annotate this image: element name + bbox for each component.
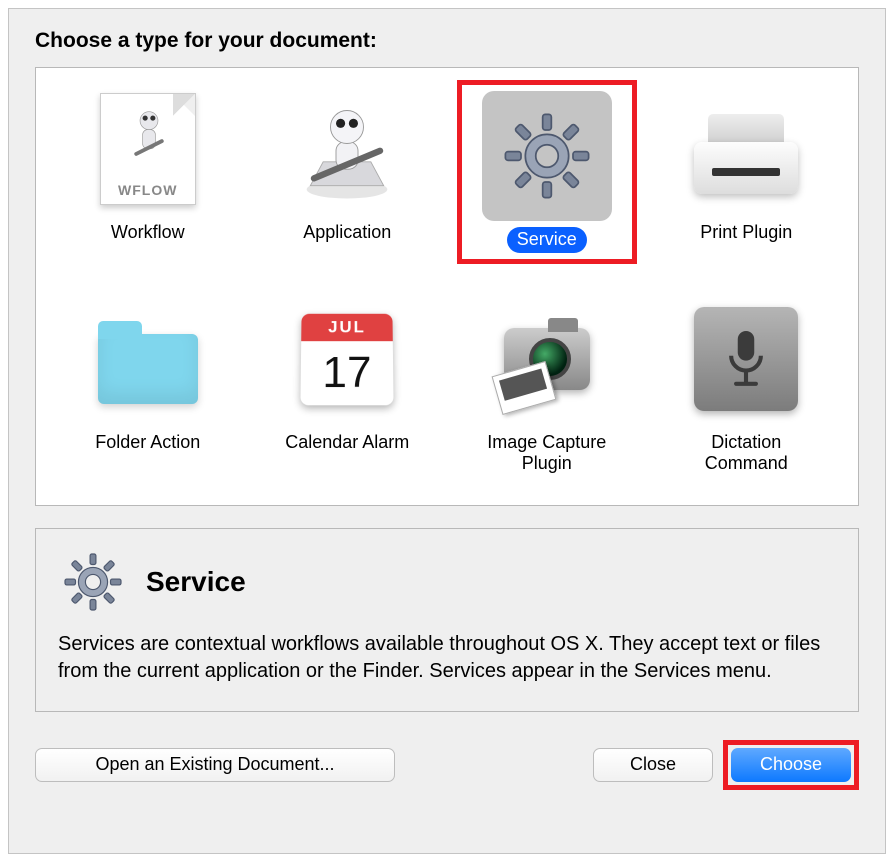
- calendar-month: JUL: [301, 313, 393, 340]
- service-icon: [482, 91, 612, 221]
- type-label: Folder Action: [85, 430, 210, 456]
- document-type-dialog: Choose a type for your document: WFLOW: [8, 8, 886, 854]
- dialog-button-row: Open an Existing Document... Close Choos…: [35, 740, 859, 790]
- type-label: Calendar Alarm: [275, 430, 419, 456]
- microphone-icon: [681, 294, 811, 424]
- application-icon: [282, 84, 412, 214]
- types-grid: WFLOW Workflow Applicati: [58, 80, 836, 481]
- calendar-icon: JUL 17: [282, 294, 412, 424]
- gear-icon: [58, 547, 128, 617]
- type-calendar-alarm[interactable]: JUL 17 Calendar Alarm: [258, 290, 438, 481]
- type-label: Dictation Command: [661, 430, 833, 477]
- type-label: Service: [507, 227, 587, 253]
- folder-icon: [83, 294, 213, 424]
- type-folder-action[interactable]: Folder Action: [58, 290, 238, 481]
- info-title: Service: [146, 566, 246, 598]
- workflow-icon: WFLOW: [83, 84, 213, 214]
- document-types-panel: WFLOW Workflow Applicati: [35, 67, 859, 506]
- type-dictation-command[interactable]: Dictation Command: [657, 290, 837, 481]
- open-existing-button[interactable]: Open an Existing Document...: [35, 748, 395, 782]
- printer-icon: [681, 84, 811, 214]
- type-label: Print Plugin: [690, 220, 802, 246]
- type-label: Application: [293, 220, 401, 246]
- camera-icon: [482, 294, 612, 424]
- type-label: Workflow: [101, 220, 195, 246]
- highlight-service: Service: [457, 80, 637, 264]
- close-button[interactable]: Close: [593, 748, 713, 782]
- type-image-capture-plugin[interactable]: Image Capture Plugin: [457, 290, 637, 481]
- highlight-choose: Choose: [723, 740, 859, 790]
- info-panel: Service Services are contextual workflow…: [35, 528, 859, 712]
- info-description: Services are contextual workflows availa…: [58, 631, 836, 685]
- dialog-prompt: Choose a type for your document:: [35, 29, 859, 53]
- type-workflow[interactable]: WFLOW Workflow: [58, 80, 238, 264]
- workflow-doc-tag: WFLOW: [101, 182, 195, 198]
- type-print-plugin[interactable]: Print Plugin: [657, 80, 837, 264]
- type-label: Image Capture Plugin: [461, 430, 633, 477]
- choose-button[interactable]: Choose: [731, 748, 851, 782]
- calendar-day: 17: [301, 341, 394, 405]
- type-application[interactable]: Application: [258, 80, 438, 264]
- type-service[interactable]: Service: [464, 87, 630, 257]
